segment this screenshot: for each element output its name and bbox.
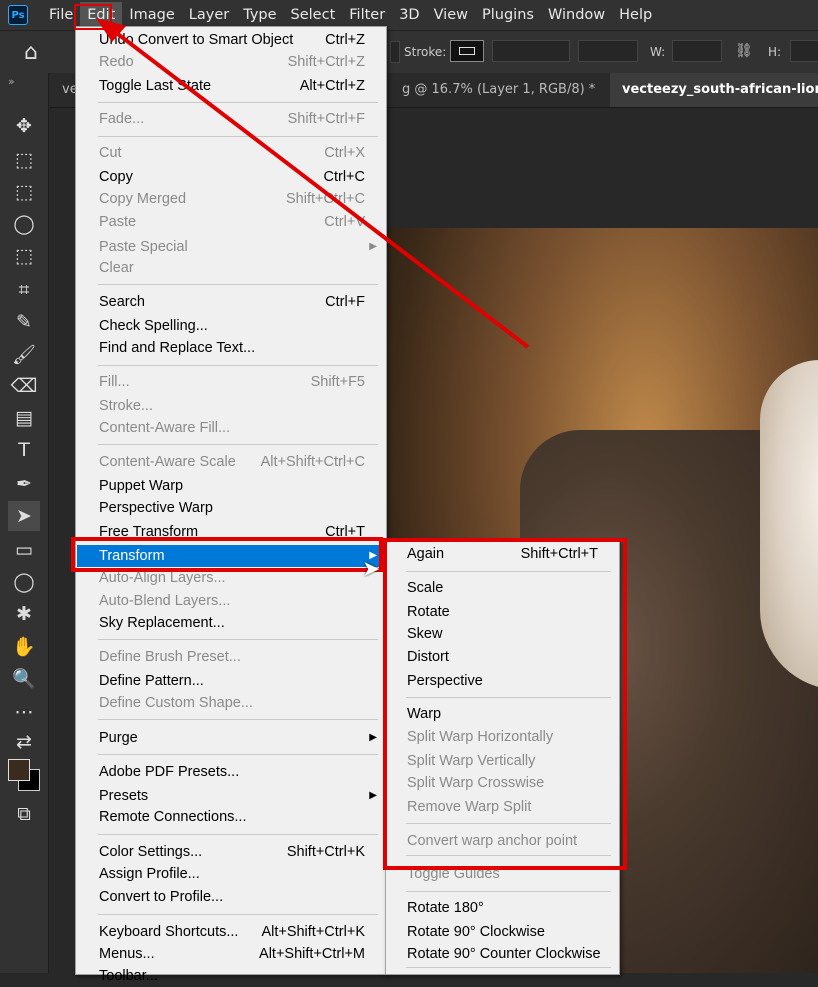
annotation-arrow: [96, 18, 530, 349]
mouse-cursor-icon: ➤: [362, 557, 381, 582]
